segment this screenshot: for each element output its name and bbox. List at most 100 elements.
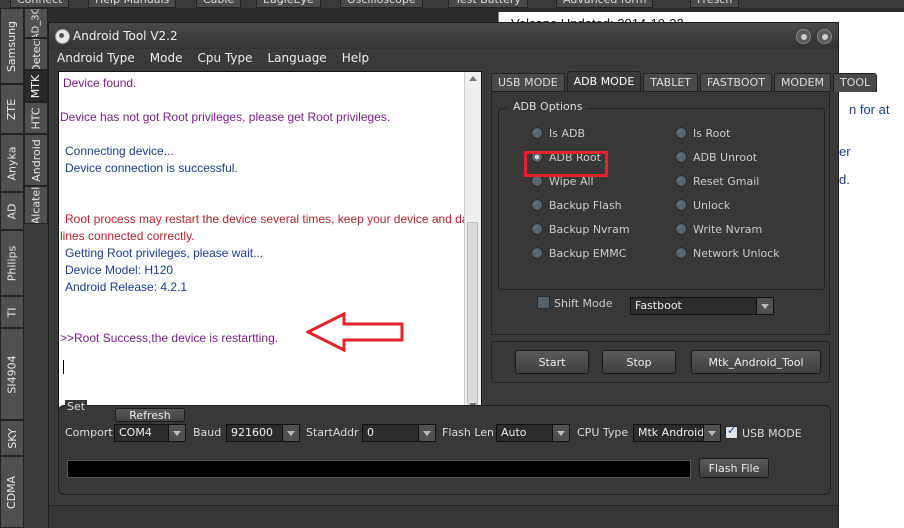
flash-file-button[interactable]: Flash File [699, 458, 769, 478]
option-reset-gmail[interactable]: Reset Gmail [675, 175, 759, 188]
menu-android-type[interactable]: Android Type [49, 49, 142, 69]
test-battery-button[interactable]: Test Battery [448, 0, 528, 8]
radio-icon[interactable] [675, 199, 687, 211]
tab-adb-mode[interactable]: ADB MODE [566, 71, 642, 92]
annotation-highlight-box [524, 151, 608, 177]
tab-alcatel[interactable]: Alcatel [24, 186, 48, 224]
eagleeye-button[interactable]: EagleEye [256, 0, 321, 8]
cpu-type-value: Mtk Android [638, 426, 705, 439]
radio-icon[interactable] [675, 127, 687, 139]
model-tabs-lower: Alcatel [24, 186, 48, 528]
tab-mtk[interactable]: MTK [24, 70, 48, 102]
mtk-android-tool-button[interactable]: Mtk_Android_Tool [691, 350, 821, 374]
set-label: Set [65, 400, 88, 413]
tab-htc[interactable]: HTC [24, 102, 48, 134]
cpu-type-select[interactable]: Mtk Android [633, 424, 721, 442]
radio-icon[interactable] [675, 151, 687, 163]
stop-button[interactable]: Stop [602, 350, 676, 374]
adb-options-label: ADB Options [507, 100, 589, 113]
tab-si4904[interactable]: SI4904 [0, 328, 24, 420]
menu-language[interactable]: Language [259, 49, 333, 69]
refresh-button[interactable]: Refresh [115, 408, 185, 422]
flash-len-select[interactable]: Auto [496, 424, 570, 442]
comport-label: Comport [65, 426, 113, 439]
fresch-button[interactable]: Fresch [690, 0, 740, 8]
scroll-thumb[interactable] [467, 222, 478, 410]
title-bar: Android Tool V2.2 [49, 23, 838, 49]
radio-icon[interactable] [531, 127, 543, 139]
tab-detect[interactable]: Detect [24, 38, 48, 70]
shift-mode-checkbox[interactable]: Shift Mode [537, 296, 612, 310]
tab-tool[interactable]: TOOL [833, 73, 878, 92]
chevron-down-icon[interactable] [168, 425, 185, 441]
startaddr-label: StartAddr [306, 426, 359, 439]
menu-cpu-type[interactable]: Cpu Type [189, 49, 259, 69]
scroll-up-icon[interactable] [469, 76, 477, 81]
chevron-down-icon[interactable] [282, 425, 299, 441]
option-backup-flash[interactable]: Backup Flash [531, 199, 622, 212]
annotation-arrow-icon [306, 312, 404, 352]
tab-android[interactable]: Android [24, 134, 48, 186]
oscilloscope-button[interactable]: Oscilloscope [340, 0, 423, 8]
tab-ad-3g[interactable]: AD_3G [24, 8, 48, 38]
checkbox-checked-icon[interactable] [725, 424, 738, 439]
radio-icon[interactable] [531, 199, 543, 211]
option-label: Reset Gmail [693, 175, 760, 188]
minimize-icon[interactable] [796, 29, 811, 44]
baud-select[interactable]: 921600 [226, 424, 300, 442]
option-is-adb[interactable]: Is ADB [531, 127, 585, 140]
tab-cdma[interactable]: CDMA [0, 456, 24, 528]
tab-modem[interactable]: MODEM [773, 73, 831, 92]
chevron-down-icon[interactable] [703, 425, 720, 441]
option-label: Backup Flash [549, 199, 622, 212]
comport-value: COM4 [119, 426, 152, 439]
chevron-down-icon[interactable] [756, 298, 773, 314]
shift-mode-label: Shift Mode [554, 297, 613, 310]
cable-button[interactable]: Cable [196, 0, 242, 8]
option-is-root[interactable]: Is Root [675, 127, 730, 140]
log-scrollbar[interactable] [464, 72, 481, 412]
startaddr-input[interactable]: 0 [362, 424, 436, 442]
shift-mode-value: Fastboot [635, 299, 682, 312]
start-button[interactable]: Start [515, 350, 589, 374]
tab-philips[interactable]: Philips [0, 230, 24, 296]
action-panel: Start Stop Mtk_Android_Tool [491, 341, 830, 383]
shift-mode-select[interactable]: Fastboot [630, 297, 774, 315]
tab-anyka[interactable]: Anyka [0, 134, 24, 192]
option-backup-nvram[interactable]: Backup Nvram [531, 223, 630, 236]
menu-mode[interactable]: Mode [142, 49, 190, 69]
tab-zte[interactable]: ZTE [0, 84, 24, 134]
tab-sky[interactable]: SKY [0, 420, 24, 456]
radio-icon[interactable] [531, 223, 543, 235]
connect-button[interactable]: Connect [10, 0, 70, 8]
option-write-nvram[interactable]: Write Nvram [675, 223, 762, 236]
usb-mode-checkbox[interactable]: USB MODE [725, 424, 802, 440]
tab-usb-mode[interactable]: USB MODE [491, 73, 565, 92]
log-line: Device connection is successful. [65, 161, 238, 175]
radio-icon[interactable] [675, 247, 687, 259]
chevron-down-icon[interactable] [552, 425, 569, 441]
option-unlock[interactable]: Unlock [675, 199, 730, 212]
chevron-down-icon[interactable] [418, 425, 435, 441]
radio-icon[interactable] [531, 247, 543, 259]
radio-icon[interactable] [675, 175, 687, 187]
cpu-type-label: CPU Type [577, 426, 629, 439]
checkbox-icon[interactable] [537, 296, 550, 309]
tab-samsung[interactable]: Samsung [0, 8, 24, 84]
adb-options-group: ADB Options Is ADB ADB Root Wipe All Bac… [498, 100, 825, 290]
tab-tablet[interactable]: TABLET [643, 73, 698, 92]
radio-icon[interactable] [675, 223, 687, 235]
advanced-form-button[interactable]: Advanced form [556, 0, 654, 8]
comport-select[interactable]: COM4 [114, 424, 186, 442]
log-output[interactable]: Device found. Device has not got Root pr… [58, 71, 482, 413]
help-manuals-button[interactable]: Help Manuals [88, 0, 177, 8]
tab-ti[interactable]: TI [0, 296, 24, 328]
tab-fastboot[interactable]: FASTBOOT [700, 73, 772, 92]
menu-help[interactable]: Help [334, 49, 376, 69]
tab-ad[interactable]: AD [0, 192, 24, 230]
close-icon[interactable] [817, 29, 832, 44]
option-adb-unroot[interactable]: ADB Unroot [675, 151, 757, 164]
option-backup-emmc[interactable]: Backup EMMC [531, 247, 626, 260]
option-network-unlock[interactable]: Network Unlock [675, 247, 780, 260]
log-line: Getting Root privileges, please wait... [65, 246, 264, 260]
